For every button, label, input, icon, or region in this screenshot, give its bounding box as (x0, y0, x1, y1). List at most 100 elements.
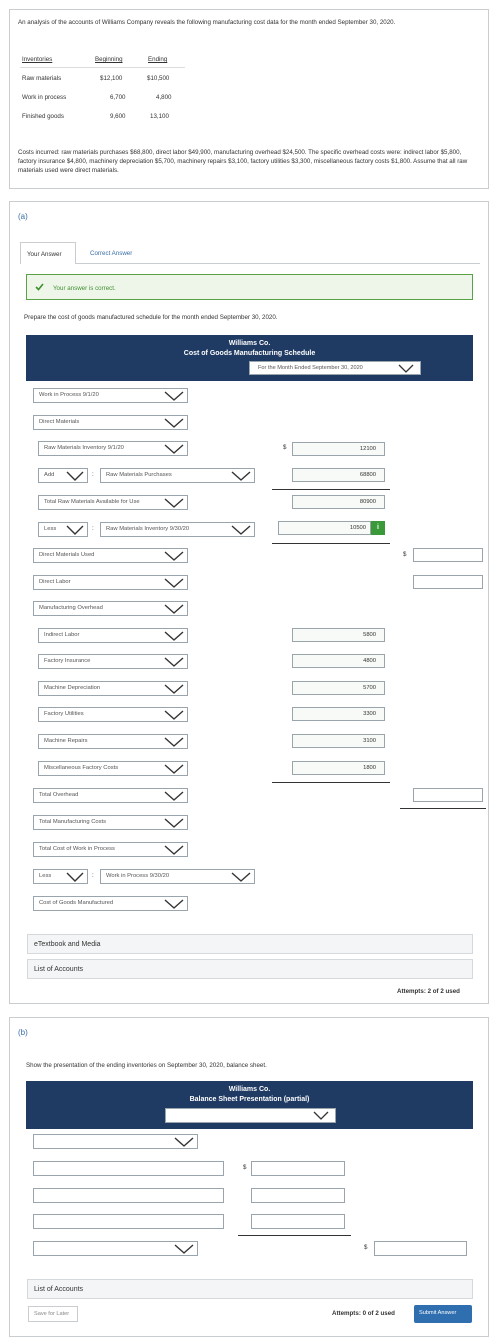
dm-used-amount[interactable] (413, 548, 483, 562)
save-for-later-button[interactable]: Save for Later (28, 1306, 78, 1322)
inventory-row-beginning: 6,700 (110, 94, 126, 101)
indirect-labor-select[interactable]: Indirect Labor (38, 628, 188, 643)
factory-insurance-select[interactable]: Factory Insurance (38, 654, 188, 669)
balance-sheet-title: Balance Sheet Presentation (partial) (189, 1096, 310, 1103)
total-rm-amount[interactable]: 80900 (292, 495, 385, 509)
rm-purchases-select[interactable]: Raw Materials Purchases (100, 468, 255, 483)
total-wip-label: Total Cost of Work in Process (39, 846, 115, 852)
bs-category-select[interactable] (33, 1134, 198, 1149)
total-mfg-costs-select[interactable]: Total Manufacturing Costs (33, 815, 188, 830)
period-dropdown[interactable]: For the Month Ended September 30, 2020 (249, 361, 421, 375)
part-b-label: (b) (18, 1028, 28, 1037)
list-of-accounts-link[interactable]: List of Accounts (27, 1279, 473, 1299)
direct-materials-select[interactable]: Direct Materials (33, 415, 188, 430)
etextbook-link[interactable]: eTextbook and Media (27, 934, 473, 954)
less-select[interactable]: Less (33, 869, 88, 884)
machine-depreciation-amount[interactable]: 5700 (292, 681, 385, 695)
colon-separator: : (92, 872, 94, 879)
tab-your-answer-label: Your Answer (27, 251, 62, 258)
list-of-accounts-link[interactable]: List of Accounts (27, 959, 473, 979)
rm-purchases-amount[interactable]: 68800 (292, 468, 385, 482)
inventory-row-label: Work in process (22, 94, 67, 101)
part-a-label: (a) (18, 212, 28, 221)
attempts-b: Attempts: 0 of 2 used (332, 1310, 395, 1317)
dm-used-label: Direct Materials Used (39, 552, 95, 558)
bs-account-input[interactable] (33, 1188, 224, 1203)
machine-repairs-select[interactable]: Machine Repairs (38, 734, 188, 749)
factory-utilities-select[interactable]: Factory Utilities (38, 707, 188, 722)
chevron-down-icon (164, 845, 184, 855)
rm-end-amount[interactable]: 10500 (278, 521, 371, 535)
total-wip-select[interactable]: Total Cost of Work in Process (33, 842, 188, 857)
rm-begin-amount[interactable]: 12100 (292, 442, 385, 456)
bs-total-amount[interactable] (374, 1241, 467, 1256)
submit-answer-button[interactable]: Submit Answer (414, 1305, 472, 1323)
dollar-sign: $ (243, 1164, 247, 1171)
subtotal-underline (272, 543, 390, 544)
wip-end-select[interactable]: Work in Process 9/30/20 (100, 869, 255, 884)
bs-amount-input[interactable] (251, 1161, 345, 1176)
save-for-later-label: Save for Later (34, 1311, 70, 1317)
chevron-down-icon (164, 498, 184, 508)
problem-intro: An analysis of the accounts of Williams … (18, 19, 396, 26)
rm-begin-select[interactable]: Raw Materials Inventory 9/1/20 (38, 441, 188, 456)
misc-costs-select[interactable]: Miscellaneous Factory Costs (38, 761, 188, 776)
less-select[interactable]: Less (38, 522, 88, 537)
direct-labor-select[interactable]: Direct Labor (33, 575, 188, 590)
machine-depreciation-select[interactable]: Machine Depreciation (38, 681, 188, 696)
chevron-down-icon (174, 1137, 194, 1147)
machine-repairs-label: Machine Repairs (44, 738, 88, 744)
info-icon[interactable]: i (371, 521, 385, 535)
bs-amount-input[interactable] (251, 1214, 345, 1229)
inventory-header-label: Inventories (22, 56, 53, 63)
chevron-down-icon (313, 1111, 329, 1120)
chevron-down-icon (66, 471, 84, 481)
total-overhead-select[interactable]: Total Overhead (33, 788, 188, 803)
chevron-down-icon (231, 525, 251, 535)
bs-amount-input[interactable] (251, 1188, 345, 1203)
part-a-instruction: Prepare the cost of goods manufactured s… (24, 314, 278, 321)
chevron-down-icon (164, 764, 184, 774)
total-overhead-amount[interactable] (413, 788, 483, 802)
cogm-label: Cost of Goods Manufactured (39, 900, 114, 906)
total-rm-select[interactable]: Total Raw Materials Available for Use (38, 495, 188, 510)
inventory-row-ending: 13,100 (150, 113, 169, 120)
wip-begin-select[interactable]: Work in Process 9/1/20 (33, 388, 188, 403)
info-icon-glyph: i (377, 524, 379, 531)
company-name: Williams Co. (228, 340, 271, 347)
bs-account-input[interactable] (33, 1161, 224, 1176)
chevron-down-icon (164, 418, 184, 428)
machine-repairs-amount[interactable]: 3100 (292, 734, 385, 748)
total-rm-label: Total Raw Materials Available for Use (44, 499, 140, 505)
wip-begin-label: Work in Process 9/1/20 (39, 392, 99, 398)
list-of-accounts-label: List of Accounts (34, 966, 84, 973)
submit-answer-label: Submit Answer (419, 1310, 457, 1316)
total-overhead-label: Total Overhead (39, 792, 79, 798)
factory-utilities-amount[interactable]: 3300 (292, 707, 385, 721)
dollar-sign: $ (364, 1244, 368, 1251)
factory-insurance-amount[interactable]: 4800 (292, 654, 385, 668)
tab-correct-answer[interactable]: Correct Answer (90, 250, 132, 257)
rm-end-select[interactable]: Raw Materials Inventory 9/30/20 (100, 522, 255, 537)
bs-account-input[interactable] (33, 1214, 224, 1229)
chevron-down-icon (66, 872, 84, 882)
direct-labor-amount[interactable] (413, 575, 483, 589)
add-select[interactable]: Add (38, 468, 88, 483)
indirect-labor-amount[interactable]: 5800 (292, 628, 385, 642)
misc-costs-amount[interactable]: 1800 (292, 761, 385, 775)
mfg-overhead-select[interactable]: Manufacturing Overhead (33, 601, 188, 616)
tab-your-answer[interactable]: Your Answer (20, 242, 76, 264)
schedule-header: Williams Co. Cost of Goods Manufacturing… (26, 335, 473, 381)
add-label: Add (44, 472, 55, 478)
bs-total-select[interactable] (33, 1241, 198, 1256)
dm-used-select[interactable]: Direct Materials Used (33, 548, 188, 563)
period-dropdown[interactable] (165, 1108, 336, 1123)
cogm-select[interactable]: Cost of Goods Manufactured (33, 896, 188, 911)
chevron-down-icon (164, 444, 184, 454)
period-dropdown-label: For the Month Ended September 30, 2020 (258, 365, 363, 371)
indirect-labor-label: Indirect Labor (44, 632, 80, 638)
attempts-a: Attempts: 2 of 2 used (397, 988, 460, 995)
chevron-down-icon (231, 872, 251, 882)
dollar-sign: $ (403, 551, 407, 558)
inventory-row-label: Raw materials (22, 75, 62, 82)
